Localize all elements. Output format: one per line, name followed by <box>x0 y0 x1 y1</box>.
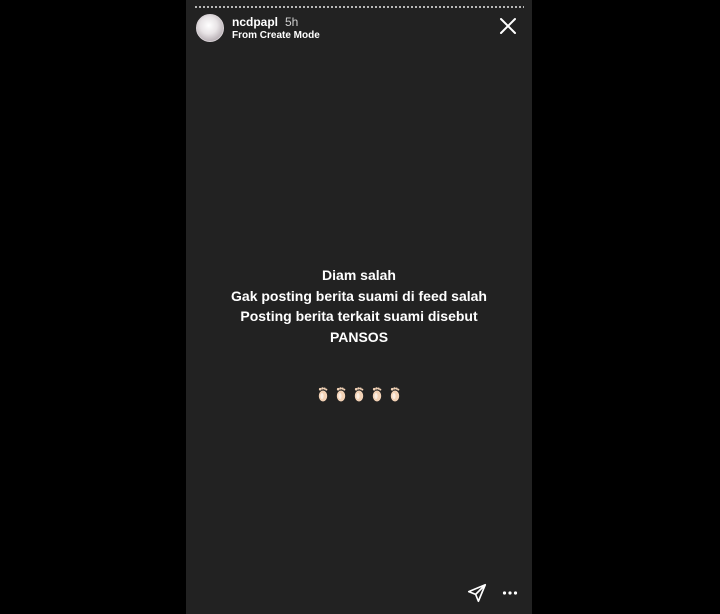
story-subtitle: From Create Mode <box>232 30 320 41</box>
avatar[interactable] <box>196 14 224 42</box>
username[interactable]: ncdpapl <box>232 15 278 29</box>
send-icon[interactable] <box>466 582 488 604</box>
story-header: ncdpapl 5h From Create Mode <box>196 14 524 44</box>
caption-line: Posting berita terkait suami disebut <box>240 308 478 324</box>
story-footer <box>466 582 518 604</box>
foot-emoji-icon <box>318 387 328 402</box>
emoji-row <box>186 386 532 402</box>
more-options-icon[interactable] <box>502 582 518 604</box>
post-time: 5h <box>285 15 299 29</box>
foot-emoji-icon <box>390 387 400 402</box>
story-progress-bar <box>194 6 524 8</box>
caption-line: Diam salah <box>322 267 396 283</box>
story-caption: Diam salah Gak posting berita suami di f… <box>186 265 532 347</box>
foot-emoji-icon <box>354 387 364 402</box>
foot-emoji-icon <box>336 387 346 402</box>
close-icon[interactable] <box>498 16 518 36</box>
foot-emoji-icon <box>372 387 382 402</box>
story-viewer: ncdpapl 5h From Create Mode Diam salah G… <box>186 0 532 614</box>
caption-line: Gak posting berita suami di feed salah <box>231 287 487 304</box>
caption-line: PANSOS <box>329 328 389 345</box>
